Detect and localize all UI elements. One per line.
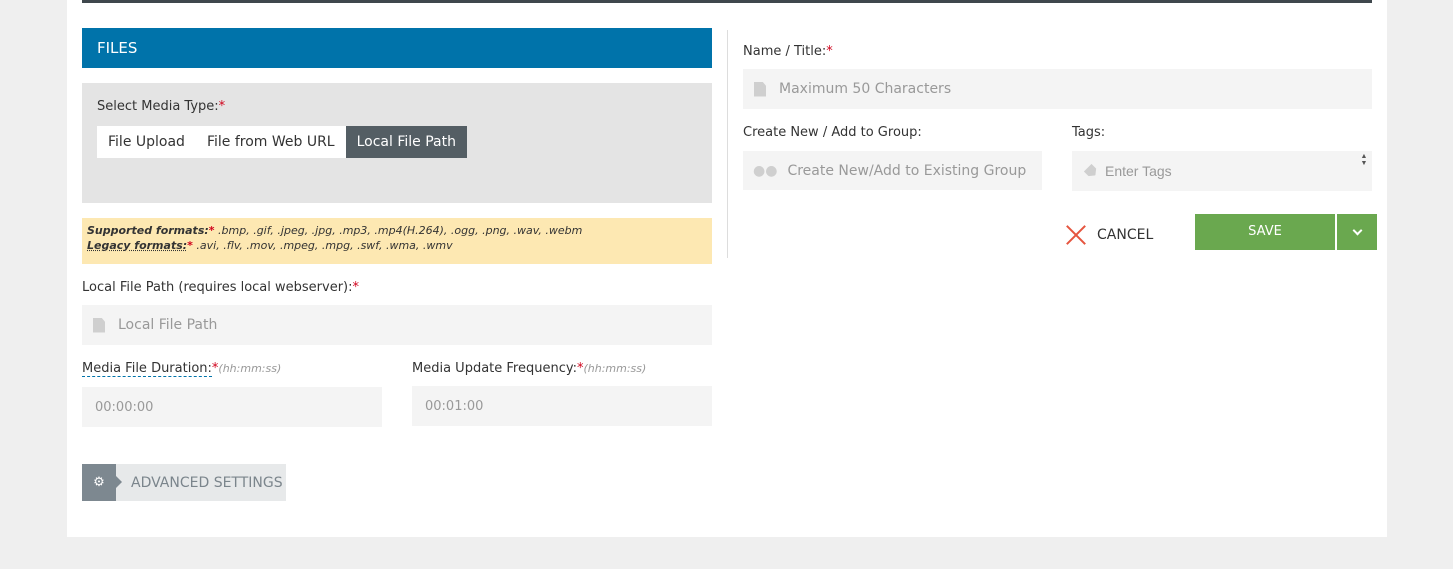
save-options-dropdown[interactable] <box>1337 214 1377 250</box>
file-icon <box>93 317 105 333</box>
files-header: FILES <box>82 28 712 68</box>
frequency-label-text: Media Update Frequency: <box>412 361 577 376</box>
media-type-label-text: Select Media Type: <box>97 99 219 114</box>
cancel-button[interactable]: CANCEL <box>1065 224 1153 246</box>
required-marker: * <box>208 224 215 237</box>
frequency-value: 00:01:00 <box>425 398 484 414</box>
local-path-input[interactable]: Local File Path <box>82 305 712 345</box>
gear-icon: ⚙ <box>82 464 122 501</box>
chevron-down-icon <box>1352 225 1362 235</box>
duration-placeholder: 00:00:00 <box>95 399 154 415</box>
advanced-settings-button[interactable]: ⚙ ADVANCED SETTINGS <box>82 464 286 501</box>
tags-scrollbar[interactable]: ▲ ▼ <box>1358 153 1370 189</box>
local-path-placeholder: Local File Path <box>118 317 218 333</box>
close-icon <box>1065 224 1087 246</box>
duration-label-text[interactable]: Media File Duration: <box>82 361 212 377</box>
cancel-label: CANCEL <box>1097 227 1154 243</box>
scroll-down-icon[interactable]: ▼ <box>1361 160 1368 167</box>
media-type-label: Select Media Type:* <box>97 99 225 114</box>
top-border <box>82 0 1372 3</box>
users-icon: ●● <box>753 162 778 179</box>
supported-formats-label: Supported formats: <box>87 224 209 237</box>
file-upload-button[interactable]: File Upload <box>97 126 196 158</box>
tags-placeholder: Enter Tags <box>1105 163 1172 179</box>
supported-formats-line: Supported formats:* .bmp, .gif, .jpeg, .… <box>87 223 707 238</box>
name-label-text: Name / Title: <box>743 44 827 59</box>
name-label: Name / Title:* <box>743 44 833 59</box>
legacy-formats-line: Legacy formats:* .avi, .flv, .mov, .mpeg… <box>87 238 707 253</box>
media-type-panel: Select Media Type:* File Upload File fro… <box>82 83 712 203</box>
formats-notice: Supported formats:* .bmp, .gif, .jpeg, .… <box>82 218 712 264</box>
required-marker: * <box>352 280 360 295</box>
tag-icon <box>1084 163 1100 179</box>
local-file-path-button[interactable]: Local File Path <box>345 126 467 158</box>
media-type-toggle: File Upload File from Web URL Local File… <box>97 126 467 158</box>
scroll-up-icon[interactable]: ▲ <box>1361 153 1368 160</box>
group-label: Create New / Add to Group: <box>743 125 922 140</box>
tags-label: Tags: <box>1072 125 1106 140</box>
duration-input[interactable]: 00:00:00 <box>82 387 382 427</box>
file-icon <box>754 81 766 97</box>
local-path-label-text: Local File Path (requires local webserve… <box>82 280 353 295</box>
legacy-formats-list: .avi, .flv, .mov, .mpeg, .mpg, .swf, .wm… <box>196 239 453 252</box>
name-placeholder: Maximum 50 Characters <box>779 81 952 97</box>
frequency-hint: (hh:mm:ss) <box>583 362 647 375</box>
advanced-settings-label: ADVANCED SETTINGS <box>131 474 283 491</box>
local-path-label: Local File Path (requires local webserve… <box>82 280 359 295</box>
duration-hint: (hh:mm:ss) <box>218 362 282 375</box>
tags-input[interactable]: Enter Tags ▲ ▼ <box>1072 151 1372 191</box>
frequency-label: Media Update Frequency:*(hh:mm:ss) <box>412 361 646 376</box>
column-divider <box>727 30 728 258</box>
required-marker: * <box>826 44 833 59</box>
duration-label: Media File Duration:*(hh:mm:ss) <box>82 361 282 377</box>
name-input[interactable]: Maximum 50 Characters <box>743 69 1372 109</box>
frequency-input[interactable]: 00:01:00 <box>412 386 712 426</box>
legacy-formats-label[interactable]: Legacy formats: <box>87 239 187 252</box>
required-marker: * <box>187 239 193 252</box>
web-url-button[interactable]: File from Web URL <box>195 126 346 158</box>
group-placeholder: Create New/Add to Existing Group <box>787 162 1027 179</box>
supported-formats-list: .bmp, .gif, .jpeg, .jpg, .mp3, .mp4(H.26… <box>218 224 583 237</box>
required-marker: * <box>218 99 226 114</box>
group-input[interactable]: ●● Create New/Add to Existing Group <box>743 151 1042 190</box>
save-button[interactable]: SAVE <box>1195 214 1335 250</box>
